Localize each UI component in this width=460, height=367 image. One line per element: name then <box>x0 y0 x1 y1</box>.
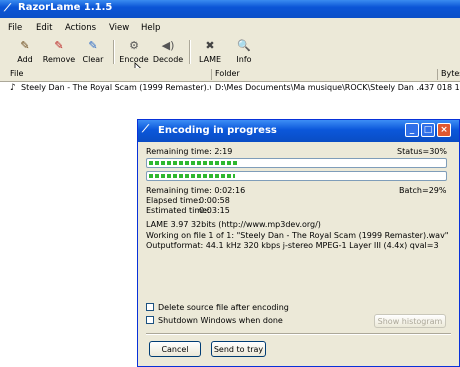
toolbar-separator <box>113 40 115 64</box>
shutdown-label: Shutdown Windows when done <box>158 316 283 325</box>
output-format-text: Outputformat: 44.1 kHz 320 kbps j-stereo… <box>146 241 439 250</box>
show-histogram-button[interactable]: Show histogram <box>374 314 446 328</box>
clear-icon: ✎ <box>88 39 98 52</box>
column-divider[interactable] <box>211 69 212 80</box>
menu-view[interactable]: View <box>109 23 129 33</box>
lame-button[interactable]: ✖ LAME <box>193 38 227 66</box>
info-icon: 🔍 <box>237 39 251 52</box>
decode-button[interactable]: ◀) Decode <box>151 38 185 66</box>
column-folder[interactable]: Folder <box>215 69 240 78</box>
clear-button[interactable]: ✎ Clear <box>76 38 110 66</box>
toolbar-separator <box>189 40 191 64</box>
app-title-bar: ⟋ RazorLame 1.1.5 <box>0 0 460 18</box>
shutdown-checkbox[interactable] <box>146 316 154 324</box>
file-list-header: File Folder Bytes <box>0 68 460 82</box>
menu-file[interactable]: File <box>8 23 22 33</box>
add-button[interactable]: ✎ Add <box>8 38 42 66</box>
remove-button[interactable]: ✎ Remove <box>42 38 76 66</box>
folder-path: D:\Mes Documents\Ma musique\ROCK\Steely … <box>215 83 425 92</box>
remove-icon: ✎ <box>54 39 64 52</box>
info-button[interactable]: 🔍 Info <box>227 38 261 66</box>
menu-edit[interactable]: Edit <box>36 23 52 33</box>
remaining-time-top: Remaining time: 2:19 <box>146 147 233 156</box>
batch-progress-fill <box>149 174 235 178</box>
delete-source-label: Delete source file after encoding <box>158 303 289 312</box>
decode-label: Decode <box>152 55 184 64</box>
remove-label: Remove <box>42 55 76 64</box>
working-on-text: Working on file 1 of 1: "Steely Dan - Th… <box>146 231 449 240</box>
column-file[interactable]: File <box>10 69 23 78</box>
elapsed-label: Elapsed time: <box>146 196 201 205</box>
send-to-tray-button[interactable]: Send to tray <box>211 341 266 357</box>
clear-label: Clear <box>82 55 104 64</box>
delete-source-checkbox[interactable] <box>146 303 154 311</box>
cancel-button[interactable]: Cancel <box>149 341 201 357</box>
lame-icon: ✖ <box>205 39 215 52</box>
lame-label: LAME <box>198 55 222 64</box>
close-icon[interactable]: × <box>437 123 451 137</box>
razorlame-icon: ⟋ <box>142 124 149 135</box>
estimated-value: 0:03:15 <box>199 206 230 215</box>
batch-progress-bar <box>146 171 447 181</box>
dialog-title: Encoding in progress <box>158 125 277 136</box>
column-divider[interactable] <box>437 69 438 80</box>
encode-icon: ⚙ <box>129 39 139 52</box>
menu-help[interactable]: Help <box>141 23 160 33</box>
dialog-separator <box>146 333 451 335</box>
remaining-time: Remaining time: 0:02:16 <box>146 186 246 195</box>
table-row[interactable]: ♪ Steely Dan - The Royal Scam (1999 Rema… <box>0 82 460 95</box>
menu-bar: File Edit Actions View Help <box>0 20 460 36</box>
file-bytes: 437 018 108 <box>419 83 460 92</box>
menu-actions[interactable]: Actions <box>65 23 96 33</box>
encoding-dialog: ⟋ Encoding in progress _ □ × Remaining t… <box>137 119 460 367</box>
status-percent: Status=30% <box>397 147 447 156</box>
decode-icon: ◀) <box>161 39 175 52</box>
app-title: RazorLame 1.1.5 <box>18 2 113 13</box>
info-label: Info <box>236 55 252 64</box>
razorlame-icon: ⟋ <box>4 3 11 14</box>
lame-info: LAME 3.97 32bits (http://www.mp3dev.org/… <box>146 220 321 229</box>
add-icon: ✎ <box>20 39 30 52</box>
file-name: Steely Dan - The Royal Scam (1999 Remast… <box>21 83 211 92</box>
maximize-icon[interactable]: □ <box>421 123 435 137</box>
toolbar: ✎ Add ✎ Remove ✎ Clear ⚙ Encode ◀) Decod… <box>0 36 460 76</box>
elapsed-value: 0:00:58 <box>199 196 230 205</box>
minimize-icon[interactable]: _ <box>405 123 419 137</box>
dialog-title-bar: ⟋ Encoding in progress _ □ × <box>138 120 459 142</box>
add-label: Add <box>17 55 33 64</box>
batch-percent: Batch=29% <box>399 186 447 195</box>
audio-file-icon: ♪ <box>10 83 16 93</box>
column-bytes[interactable]: Bytes <box>441 69 460 78</box>
file-progress-fill <box>149 161 238 165</box>
file-progress-bar <box>146 158 447 168</box>
